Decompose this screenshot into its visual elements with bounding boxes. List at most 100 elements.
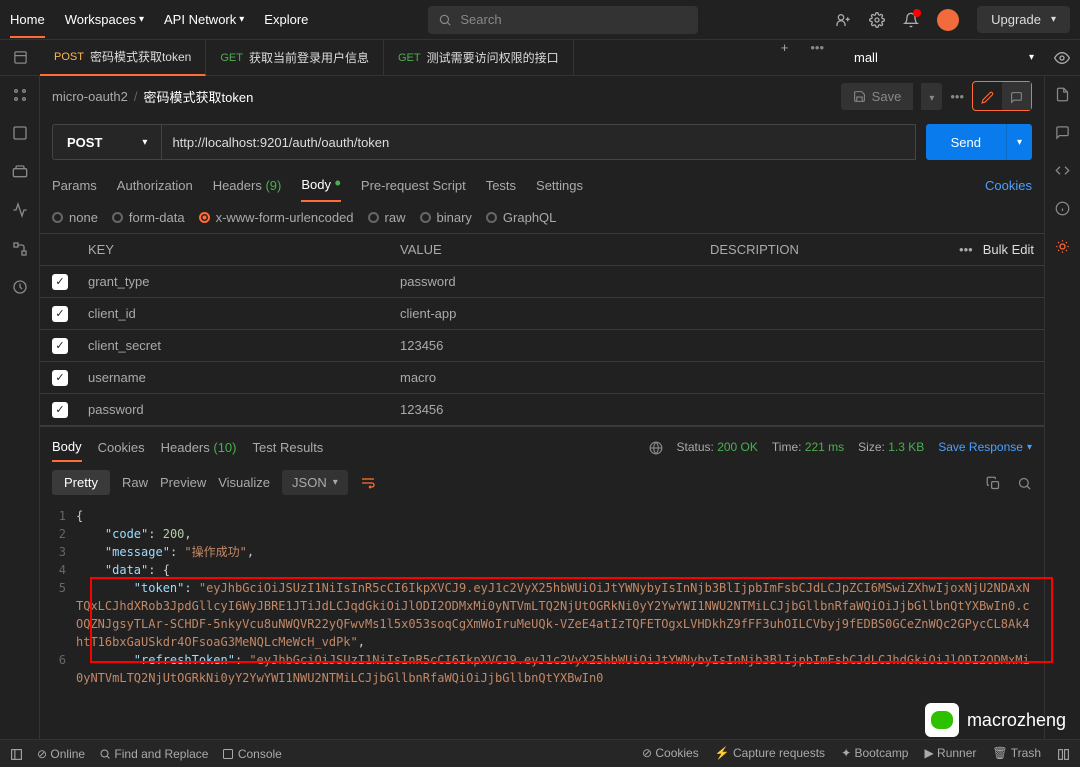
footer-capture[interactable]: ⚡ Capture requests: [715, 746, 825, 760]
table-options-icon[interactable]: •••: [959, 242, 973, 257]
save-dropdown[interactable]: ▾: [921, 83, 942, 110]
key-cell[interactable]: client_id: [80, 306, 392, 321]
search-input[interactable]: Search: [428, 6, 698, 34]
comments-icon[interactable]: [1055, 124, 1070, 140]
method-selector[interactable]: POST▾: [52, 124, 161, 160]
view-pretty[interactable]: Pretty: [52, 470, 110, 495]
cookies-link[interactable]: Cookies: [985, 178, 1032, 193]
docs-icon[interactable]: [1055, 86, 1070, 102]
value-cell[interactable]: password: [392, 274, 702, 289]
value-cell[interactable]: 123456: [392, 402, 702, 417]
tab-headers[interactable]: Headers (9): [213, 170, 282, 201]
response-search-icon[interactable]: [1017, 474, 1032, 490]
tab-overflow-icon[interactable]: •••: [800, 40, 834, 75]
status-online[interactable]: ⊘ Online: [37, 747, 85, 761]
edit-mode-toggle[interactable]: [972, 81, 1032, 110]
edit-icon[interactable]: [973, 82, 1002, 109]
resp-tab-test-results[interactable]: Test Results: [253, 434, 324, 461]
radio-binary[interactable]: binary: [420, 210, 472, 225]
find-replace[interactable]: Find and Replace: [99, 747, 208, 761]
monitors-icon[interactable]: [12, 202, 28, 219]
sidebar-collapse-icon[interactable]: [10, 746, 23, 760]
nav-explore[interactable]: Explore: [264, 12, 308, 27]
value-cell[interactable]: client-app: [392, 306, 702, 321]
row-checkbox[interactable]: ✓: [52, 338, 68, 354]
tab-settings[interactable]: Settings: [536, 170, 583, 201]
wrap-lines-icon[interactable]: [360, 474, 376, 491]
environments-icon[interactable]: [12, 163, 28, 180]
key-cell[interactable]: username: [80, 370, 392, 385]
flows-icon[interactable]: [12, 240, 28, 257]
footer-bootcamp[interactable]: ✦ Bootcamp: [841, 746, 908, 760]
footer-cookies[interactable]: ⊘ Cookies: [642, 746, 699, 760]
response-body[interactable]: 1{ 2 "code": 200, 3 "message": "操作成功", 4…: [40, 503, 1044, 691]
view-preview[interactable]: Preview: [160, 475, 206, 490]
resp-tab-cookies[interactable]: Cookies: [98, 434, 145, 461]
radio-graphql[interactable]: GraphQL: [486, 210, 556, 225]
url-input[interactable]: http://localhost:9201/auth/oauth/token: [161, 124, 915, 160]
environment-selector[interactable]: mall▾: [844, 44, 1044, 71]
request-tab[interactable]: GET获取当前登录用户信息: [206, 40, 384, 76]
globe-icon[interactable]: [649, 440, 663, 455]
key-cell[interactable]: password: [80, 402, 392, 417]
format-selector[interactable]: JSON▾: [282, 470, 348, 495]
breadcrumb-parent[interactable]: micro-oauth2: [52, 89, 128, 104]
radio-urlencoded[interactable]: x-www-form-urlencoded: [199, 210, 354, 225]
footer-layout-icon[interactable]: [1057, 746, 1070, 760]
key-cell[interactable]: grant_type: [80, 274, 392, 289]
environment-view-icon[interactable]: [1054, 49, 1070, 66]
sidebar-toggle-icon[interactable]: [0, 40, 40, 75]
tab-tests[interactable]: Tests: [486, 170, 516, 201]
view-visualize[interactable]: Visualize: [218, 475, 270, 490]
radio-none[interactable]: none: [52, 210, 98, 225]
tab-prerequest[interactable]: Pre-request Script: [361, 170, 466, 201]
send-dropdown[interactable]: ▾: [1006, 124, 1032, 160]
send-button[interactable]: Send: [926, 124, 1006, 160]
nav-api-network[interactable]: API Network▾: [164, 12, 244, 27]
info-icon[interactable]: [1055, 200, 1070, 216]
value-cell[interactable]: 123456: [392, 338, 702, 353]
request-tab[interactable]: POST密码模式获取token: [40, 40, 206, 76]
related-icon[interactable]: [1055, 238, 1070, 254]
row-checkbox[interactable]: ✓: [52, 306, 68, 322]
save-button[interactable]: Save: [841, 83, 914, 110]
upgrade-button[interactable]: Upgrade▾: [977, 6, 1070, 33]
view-raw[interactable]: Raw: [122, 475, 148, 490]
value-cell[interactable]: macro: [392, 370, 702, 385]
add-tab-button[interactable]: +: [769, 40, 801, 75]
tab-params[interactable]: Params: [52, 170, 97, 201]
code-icon[interactable]: [1055, 162, 1070, 178]
request-tabs: Params Authorization Headers (9) Body • …: [40, 168, 1044, 202]
nav-home[interactable]: Home: [10, 12, 45, 38]
footer-trash[interactable]: 🗑 Trash: [992, 746, 1041, 760]
tab-body[interactable]: Body •: [301, 169, 341, 202]
row-checkbox[interactable]: ✓: [52, 274, 68, 290]
search-icon: [438, 13, 452, 27]
key-cell[interactable]: client_secret: [80, 338, 392, 353]
notifications-icon[interactable]: [903, 11, 919, 28]
row-checkbox[interactable]: ✓: [52, 402, 68, 418]
apis-icon[interactable]: [12, 125, 28, 142]
bulk-edit-link[interactable]: Bulk Edit: [983, 242, 1034, 257]
copy-icon[interactable]: [986, 474, 1001, 490]
row-checkbox[interactable]: ✓: [52, 370, 68, 386]
nav-workspaces[interactable]: Workspaces▾: [65, 12, 144, 27]
console[interactable]: Console: [222, 747, 281, 761]
request-tab[interactable]: GET测试需要访问权限的接口: [384, 40, 574, 76]
comment-icon[interactable]: [1002, 82, 1031, 109]
history-icon[interactable]: [12, 279, 28, 296]
radio-form-data[interactable]: form-data: [112, 210, 185, 225]
collections-icon[interactable]: [12, 86, 28, 103]
radio-raw[interactable]: raw: [368, 210, 406, 225]
more-options-icon[interactable]: •••: [950, 89, 964, 104]
settings-icon[interactable]: [869, 11, 885, 28]
save-response-button[interactable]: Save Response▾: [938, 440, 1032, 454]
invite-icon[interactable]: [835, 11, 851, 28]
params-table: KEY VALUE DESCRIPTION •••Bulk Edit ✓gran…: [40, 233, 1044, 426]
col-desc: DESCRIPTION: [702, 242, 944, 257]
avatar[interactable]: [937, 9, 959, 31]
resp-tab-headers[interactable]: Headers (10): [161, 434, 237, 461]
footer-runner[interactable]: ▶ Runner: [924, 746, 976, 760]
resp-tab-body[interactable]: Body: [52, 433, 82, 462]
tab-authorization[interactable]: Authorization: [117, 170, 193, 201]
